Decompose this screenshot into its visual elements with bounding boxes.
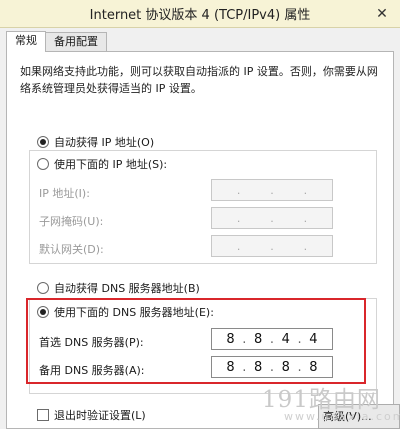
ip-address-field[interactable]: ... <box>211 179 333 201</box>
close-icon[interactable]: ✕ <box>374 6 390 22</box>
manual-dns-label: 使用下面的 DNS 服务器地址(E): <box>54 306 214 319</box>
auto-dns-radio[interactable] <box>37 282 49 294</box>
alternate-dns-label: 备用 DNS 服务器(A): <box>39 364 145 377</box>
alternate-dns-field[interactable]: 8. 8. 8. 8 <box>211 356 333 378</box>
default-gateway-label: 默认网关(D): <box>39 243 104 256</box>
tab-alternate-config[interactable]: 备用配置 <box>45 32 107 51</box>
manual-dns-option[interactable]: 使用下面的 DNS 服务器地址(E): <box>37 304 218 320</box>
auto-ip-option[interactable]: 自动获得 IP 地址(O) <box>37 134 154 150</box>
advanced-button[interactable]: 高级(V)... <box>318 404 400 429</box>
title-bar: Internet 协议版本 4 (TCP/IPv4) 属性 ✕ <box>0 0 400 28</box>
manual-ip-label: 使用下面的 IP 地址(S): <box>54 158 168 171</box>
auto-dns-label: 自动获得 DNS 服务器地址(B) <box>54 282 200 295</box>
validate-on-exit-option[interactable]: 退出时验证设置(L) <box>37 407 146 423</box>
manual-dns-radio[interactable] <box>37 306 49 318</box>
general-panel: 如果网络支持此功能，则可以获取自动指派的 IP 设置。否则，你需要从网络系统管理… <box>6 51 394 429</box>
ip-address-label: IP 地址(I): <box>39 187 90 200</box>
subnet-mask-field[interactable]: ... <box>211 207 333 229</box>
validate-on-exit-checkbox[interactable] <box>37 409 49 421</box>
manual-ip-option[interactable]: 使用下面的 IP 地址(S): <box>37 156 172 172</box>
tab-strip: 常规 备用配置 <box>6 31 107 52</box>
auto-ip-radio[interactable] <box>37 136 49 148</box>
window-title: Internet 协议版本 4 (TCP/IPv4) 属性 <box>89 8 311 23</box>
subnet-mask-label: 子网掩码(U): <box>39 215 104 228</box>
preferred-dns-field[interactable]: 8. 8. 4. 4 <box>211 328 333 350</box>
auto-dns-option[interactable]: 自动获得 DNS 服务器地址(B) <box>37 280 200 296</box>
auto-ip-label: 自动获得 IP 地址(O) <box>54 136 155 149</box>
description-text: 如果网络支持此功能，则可以获取自动指派的 IP 设置。否则，你需要从网络系统管理… <box>20 65 378 95</box>
validate-on-exit-label: 退出时验证设置(L) <box>54 409 146 422</box>
manual-ip-radio[interactable] <box>37 158 49 170</box>
tab-general[interactable]: 常规 <box>6 31 46 52</box>
default-gateway-field[interactable]: ... <box>211 235 333 257</box>
preferred-dns-label: 首选 DNS 服务器(P): <box>39 336 144 349</box>
